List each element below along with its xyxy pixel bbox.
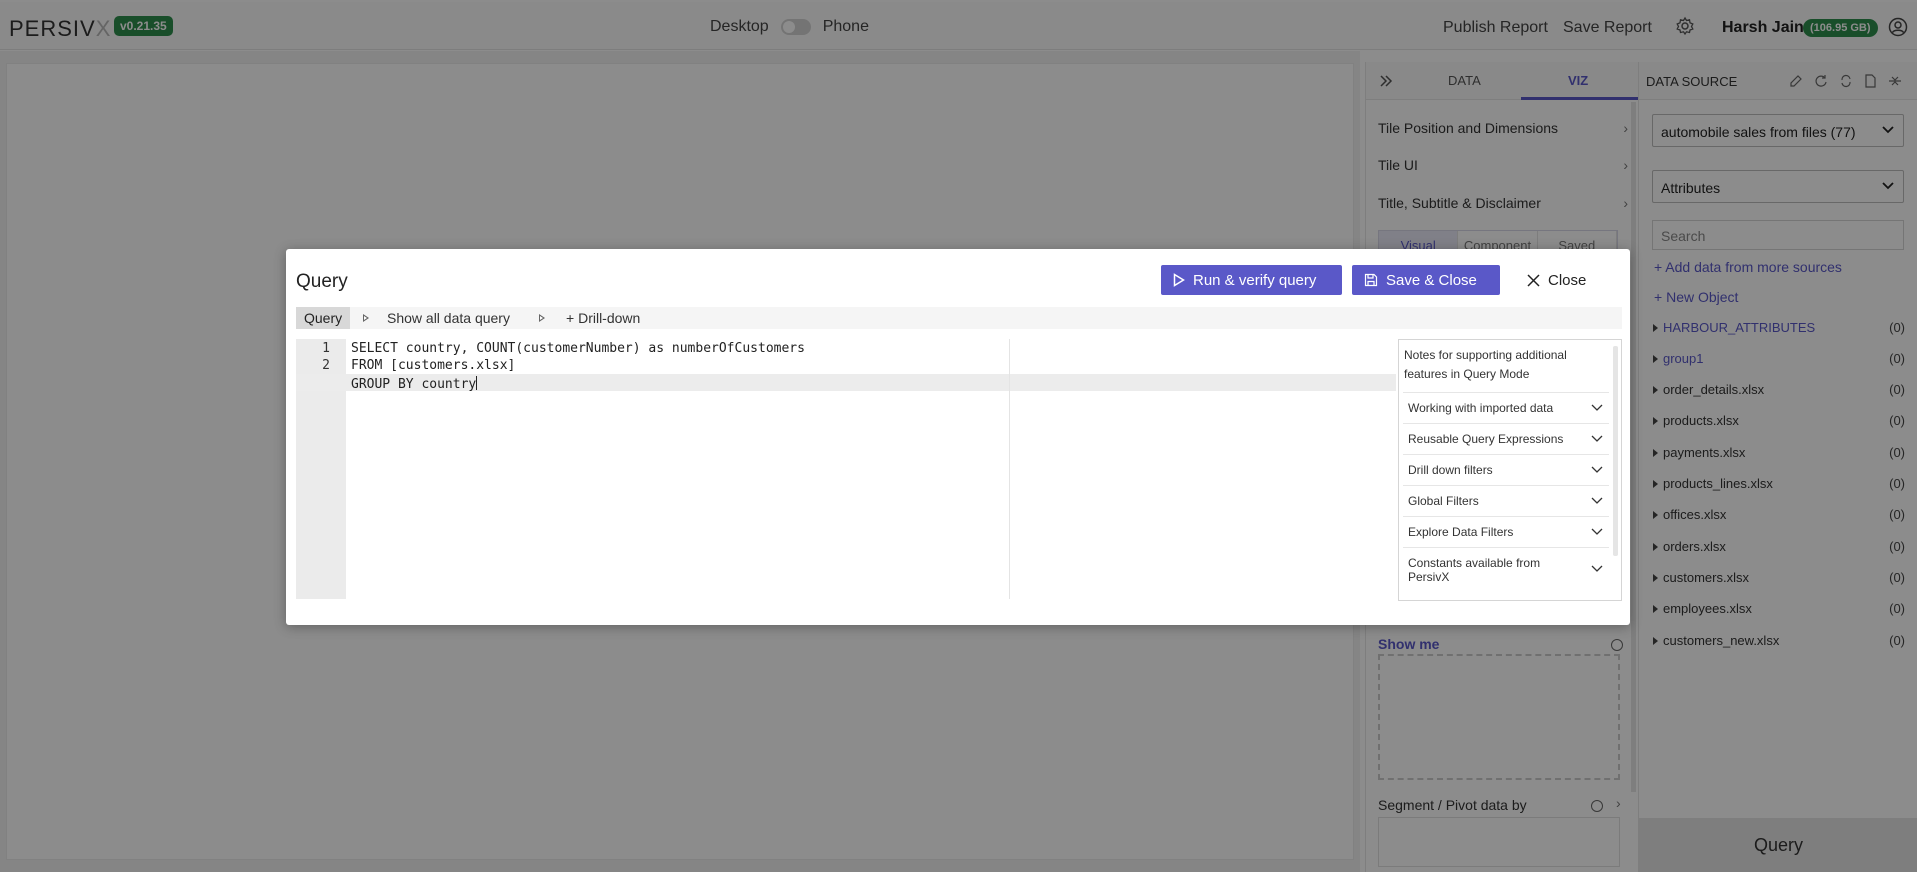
chevron-down-icon [1591, 565, 1603, 572]
query-breadcrumb: Query Show all data query + Drill-down [296, 307, 1622, 329]
chevron-down-icon [1591, 404, 1603, 411]
note-item[interactable]: Drill down filters [1403, 454, 1609, 485]
notes-title: Notes for supporting additional features… [1404, 348, 1567, 381]
note-item[interactable]: Working with imported data [1403, 392, 1609, 423]
note-item[interactable]: Global Filters [1403, 485, 1609, 516]
chevron-down-icon [1591, 528, 1603, 535]
note-item[interactable]: Explore Data Filters [1403, 516, 1609, 547]
chevron-down-icon [1591, 466, 1603, 473]
notes-scrollbar[interactable] [1613, 346, 1618, 556]
chevron-down-icon [1591, 435, 1603, 442]
query-notes-panel: Notes for supporting additional features… [1398, 339, 1622, 601]
play-icon [363, 314, 369, 322]
print-margin [1009, 339, 1010, 599]
app-root: PERSIVX v0.21.35 Desktop Phone Publish R… [0, 0, 1917, 872]
code-line[interactable]: GROUP BY country [351, 376, 478, 392]
play-icon [1173, 273, 1185, 287]
note-item[interactable]: Constants available from PersivX [1403, 547, 1609, 597]
note-item[interactable]: Reusable Query Expressions [1403, 423, 1609, 454]
crumb-show-all-data[interactable]: Show all data query [387, 310, 510, 326]
save-close-button[interactable]: Save & Close [1352, 265, 1500, 295]
sql-editor[interactable]: 1 2 3 SELECT country, COUNT(customerNumb… [296, 339, 1396, 599]
query-modal: Query Run & verify query Save & Close Cl… [286, 249, 1630, 625]
code-line[interactable]: SELECT country, COUNT(customerNumber) as… [351, 341, 805, 356]
crumb-drill-down[interactable]: + Drill-down [566, 310, 640, 326]
text-cursor [476, 376, 478, 390]
chevron-down-icon [1591, 497, 1603, 504]
modal-title: Query [296, 271, 348, 292]
close-icon [1527, 273, 1540, 287]
close-button[interactable]: Close [1527, 265, 1586, 295]
play-icon [539, 314, 545, 322]
code-line[interactable]: FROM [customers.xlsx] [351, 358, 515, 373]
crumb-query[interactable]: Query [296, 307, 350, 329]
run-verify-button[interactable]: Run & verify query [1161, 265, 1342, 295]
save-icon [1364, 273, 1378, 287]
